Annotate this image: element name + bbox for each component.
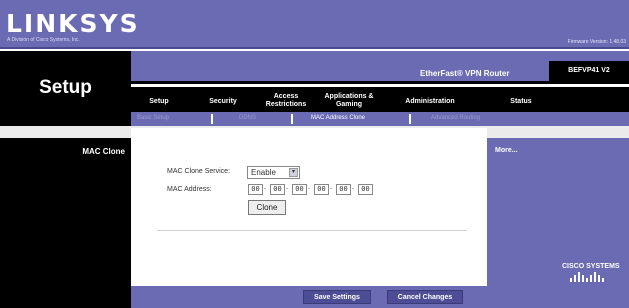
help-panel: More... CISCO SYSTEMS: [487, 138, 629, 286]
product-bar: EtherFast® VPN Router BEFVP41 V2: [131, 51, 629, 84]
mac-octet-1-input[interactable]: 00: [248, 184, 263, 195]
tab-security[interactable]: Security: [203, 98, 243, 106]
subtab-advanced-routing[interactable]: Advanced Routing: [431, 115, 480, 121]
firmware-version: Firmware Version: 1.48.03: [567, 39, 626, 45]
cisco-bridge-logo-icon: [570, 272, 604, 282]
page-title-panel: Setup: [0, 51, 131, 126]
section-divider-inner: [131, 128, 487, 138]
subtab-separator: [291, 114, 293, 124]
sub-tabs: Basic Setup DDNS MAC Address Clone Advan…: [131, 112, 629, 126]
mac-octet-5-input[interactable]: 00: [336, 184, 351, 195]
mac-octet-separator: -: [352, 186, 354, 192]
cancel-changes-button[interactable]: Cancel Changes: [387, 290, 463, 304]
more-help-link[interactable]: More...: [495, 147, 518, 154]
mac-clone-service-label: MAC Clone Service:: [167, 168, 231, 175]
mac-clone-service-select[interactable]: Enable ▾: [247, 166, 300, 179]
page-title: Setup: [39, 77, 92, 98]
mac-octet-separator: -: [286, 186, 288, 192]
mac-clone-service-value: Enable: [251, 168, 276, 177]
subtab-separator: [211, 114, 213, 124]
brand-tagline: A Division of Cisco Systems, Inc.: [7, 37, 80, 43]
tab-status[interactable]: Status: [501, 98, 541, 106]
subtab-ddns[interactable]: DDNS: [239, 115, 256, 121]
mac-octet-separator: -: [264, 186, 266, 192]
content-panel: MAC Clone Service: Enable ▾ MAC Address:…: [131, 138, 487, 286]
mac-octet-6-input[interactable]: 00: [358, 184, 373, 195]
main-tabs: Setup Security Access Restrictions Appli…: [131, 87, 629, 112]
subtab-mac-address-clone[interactable]: MAC Address Clone: [311, 115, 365, 121]
footer-left: [0, 286, 131, 308]
mac-octet-4-input[interactable]: 00: [314, 184, 329, 195]
section-label: MAC Clone: [82, 147, 125, 156]
mac-octet-3-input[interactable]: 00: [292, 184, 307, 195]
clone-button[interactable]: Clone: [248, 200, 286, 215]
mac-octet-separator: -: [308, 186, 310, 192]
tab-applications-gaming[interactable]: Applications & Gaming: [323, 93, 375, 109]
model-badge: BEFVP41 V2: [549, 61, 629, 81]
mac-octet-2-input[interactable]: 00: [270, 184, 285, 195]
tab-setup[interactable]: Setup: [139, 98, 179, 106]
content-divider: [157, 230, 467, 231]
linksys-logo: LINKSYS: [6, 9, 140, 38]
subtab-basic-setup[interactable]: Basic Setup: [137, 115, 169, 121]
header-bar: LINKSYS A Division of Cisco Systems, Inc…: [0, 0, 629, 49]
subtab-separator: [409, 114, 411, 124]
chevron-down-icon[interactable]: ▾: [289, 168, 298, 177]
footer-bar: Save Settings Cancel Changes: [131, 286, 629, 308]
mac-address-label: MAC Address:: [167, 186, 212, 193]
save-settings-button[interactable]: Save Settings: [303, 290, 371, 304]
tab-access-restrictions[interactable]: Access Restrictions: [259, 93, 313, 109]
cisco-systems-wordmark: CISCO SYSTEMS: [562, 263, 620, 270]
product-name: EtherFast® VPN Router: [420, 69, 510, 78]
tab-administration[interactable]: Administration: [395, 98, 465, 106]
section-sidebar: MAC Clone: [0, 138, 131, 286]
mac-octet-separator: -: [330, 186, 332, 192]
